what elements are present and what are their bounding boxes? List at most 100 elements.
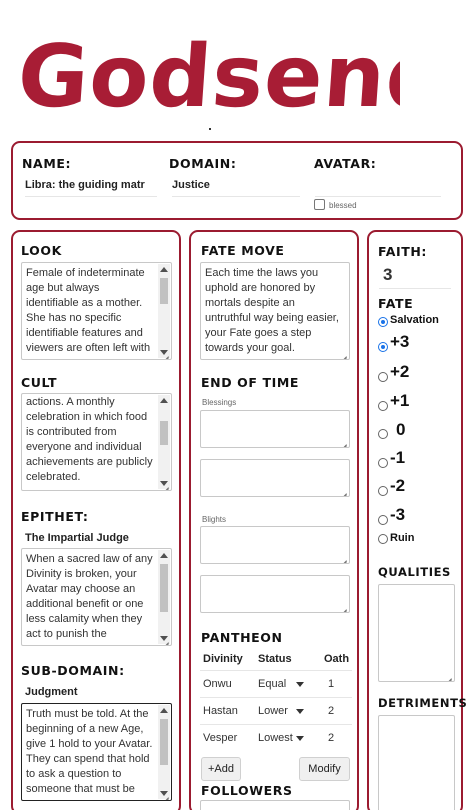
fate-option-minus3: -3 xyxy=(390,505,406,524)
resize-handle[interactable] xyxy=(161,480,169,488)
followers-label: FOLLOWERS xyxy=(201,783,293,798)
epithet-label: EPITHET: xyxy=(21,509,89,524)
divinity-cell: Onwu xyxy=(200,669,258,697)
fate-option-zero: 0 xyxy=(396,420,406,439)
add-divinity-button[interactable]: +Add xyxy=(201,757,241,781)
avatar-field[interactable] xyxy=(315,179,441,197)
look-text: Female of indeterminate age but always i… xyxy=(26,267,151,354)
godsend-logo: Godsend xyxy=(20,27,400,125)
look-label: LOOK xyxy=(21,243,62,258)
blessing-textarea-1[interactable] xyxy=(200,410,350,448)
table-row: Hastan Lower 2 xyxy=(200,696,352,724)
cult-textarea[interactable]: actions. A monthly celebration in which … xyxy=(21,393,172,491)
blessing-textarea-2[interactable] xyxy=(200,459,350,497)
blessed-checkbox[interactable] xyxy=(314,199,325,210)
cult-scrollbar[interactable] xyxy=(158,395,170,489)
fate-option-minus1: -1 xyxy=(390,448,406,467)
resize-handle[interactable] xyxy=(161,790,169,798)
fate-radio-plus1[interactable] xyxy=(378,401,388,411)
chevron-down-icon xyxy=(296,681,304,687)
middle-panel: FATE MOVE Each time the laws you uphold … xyxy=(189,230,359,810)
fate-radio-plus3[interactable] xyxy=(378,342,388,352)
divinity-cell: Vesper xyxy=(200,723,258,751)
detriments-label: DETRIMENTS xyxy=(378,696,468,710)
faith-value[interactable]: 3 xyxy=(379,265,451,289)
resize-handle[interactable] xyxy=(161,635,169,643)
chevron-down-icon xyxy=(296,735,304,741)
pantheon-label: PANTHEON xyxy=(201,630,283,645)
table-row: Vesper Lowest 2 xyxy=(200,723,352,751)
end-of-time-label: END OF TIME xyxy=(201,375,300,390)
fate-option-salvation: Salvation xyxy=(390,314,439,326)
domain-label: DOMAIN: xyxy=(169,156,237,171)
epithet-scrollbar[interactable] xyxy=(158,550,170,644)
resize-handle[interactable] xyxy=(339,486,347,494)
look-scrollbar[interactable] xyxy=(158,264,170,358)
fate-move-text: Each time the laws you uphold are honore… xyxy=(205,267,342,354)
col-oath: Oath xyxy=(324,652,350,665)
domain-field[interactable]: Justice xyxy=(172,179,300,197)
fate-option-plus1: +1 xyxy=(390,391,410,410)
status-select[interactable]: Lower xyxy=(258,696,316,724)
fate-radio-minus2[interactable] xyxy=(378,486,388,496)
epithet-textarea[interactable]: When a sacred law of any Divinity is bro… xyxy=(21,548,172,646)
resize-handle[interactable] xyxy=(444,671,452,679)
fate-option-plus2: +2 xyxy=(390,362,410,381)
look-textarea[interactable]: Female of indeterminate age but always i… xyxy=(21,262,172,360)
subdomain-scrollbar[interactable] xyxy=(158,705,170,799)
blights-label: Blights xyxy=(202,515,227,524)
pantheon-table: Divinity Status Oath Onwu Equal 1 Hastan… xyxy=(200,648,352,751)
fate-radio-minus3[interactable] xyxy=(378,515,388,525)
fate-radio-plus2[interactable] xyxy=(378,372,388,382)
fate-option-ruin: Ruin xyxy=(390,532,415,544)
faith-label: FAITH: xyxy=(378,244,428,259)
qualities-textarea[interactable] xyxy=(378,584,455,682)
cult-text: actions. A monthly celebration in which … xyxy=(26,396,156,483)
fate-radio-zero[interactable] xyxy=(378,429,388,439)
blessings-label: Blessings xyxy=(202,398,237,407)
fate-label: FATE xyxy=(378,296,414,311)
right-panel: FAITH: 3 FATE Salvation +3 +2 +1 0 -1 -2… xyxy=(367,230,467,810)
oath-cell[interactable]: 2 xyxy=(316,723,352,751)
fate-radio-salvation[interactable] xyxy=(378,317,388,327)
name-field[interactable]: Libra: the guiding matr xyxy=(25,179,157,197)
followers-textarea[interactable] xyxy=(200,800,350,810)
logo-text: Godsend xyxy=(20,27,400,125)
status-select[interactable]: Lowest xyxy=(258,723,316,751)
resize-handle[interactable] xyxy=(339,349,347,357)
epithet-text: When a sacred law of any Divinity is bro… xyxy=(26,553,156,640)
status-select[interactable]: Equal xyxy=(258,669,316,697)
cult-label: CULT xyxy=(21,375,58,390)
subdomain-textarea[interactable]: Truth must be told. At the beginning of … xyxy=(21,703,172,801)
oath-cell[interactable]: 2 xyxy=(316,696,352,724)
blight-textarea-1[interactable] xyxy=(200,526,350,564)
subdomain-text: Truth must be told. At the beginning of … xyxy=(26,708,156,795)
detriments-textarea[interactable] xyxy=(378,715,455,810)
fate-radio-minus1[interactable] xyxy=(378,458,388,468)
subdomain-label: SUB-DOMAIN: xyxy=(21,663,125,678)
left-panel: LOOK Female of indeterminate age but alw… xyxy=(11,230,181,810)
resize-handle[interactable] xyxy=(339,437,347,445)
fate-option-minus2: -2 xyxy=(390,476,406,495)
fate-move-label: FATE MOVE xyxy=(201,243,285,258)
name-label: NAME: xyxy=(22,156,72,171)
resize-handle[interactable] xyxy=(339,602,347,610)
table-row: Onwu Equal 1 xyxy=(200,669,352,697)
fate-move-textarea[interactable]: Each time the laws you uphold are honore… xyxy=(200,262,350,360)
modify-pantheon-button[interactable]: Modify xyxy=(299,757,350,781)
col-status: Status xyxy=(258,652,292,665)
divinity-cell: Hastan xyxy=(200,696,258,724)
chevron-down-icon xyxy=(296,708,304,714)
col-divinity: Divinity xyxy=(203,652,243,665)
subdomain-value[interactable]: Judgment xyxy=(25,686,173,698)
avatar-label: AVATAR: xyxy=(314,156,377,171)
identity-panel: NAME: Libra: the guiding matr DOMAIN: Ju… xyxy=(11,141,463,220)
fate-radio-ruin[interactable] xyxy=(378,534,388,544)
resize-handle[interactable] xyxy=(339,553,347,561)
fate-option-plus3: +3 xyxy=(390,332,410,351)
resize-handle[interactable] xyxy=(161,349,169,357)
epithet-value[interactable]: The Impartial Judge xyxy=(25,532,173,544)
oath-cell[interactable]: 1 xyxy=(316,669,352,697)
blight-textarea-2[interactable] xyxy=(200,575,350,613)
blessed-label: blessed xyxy=(329,201,357,210)
